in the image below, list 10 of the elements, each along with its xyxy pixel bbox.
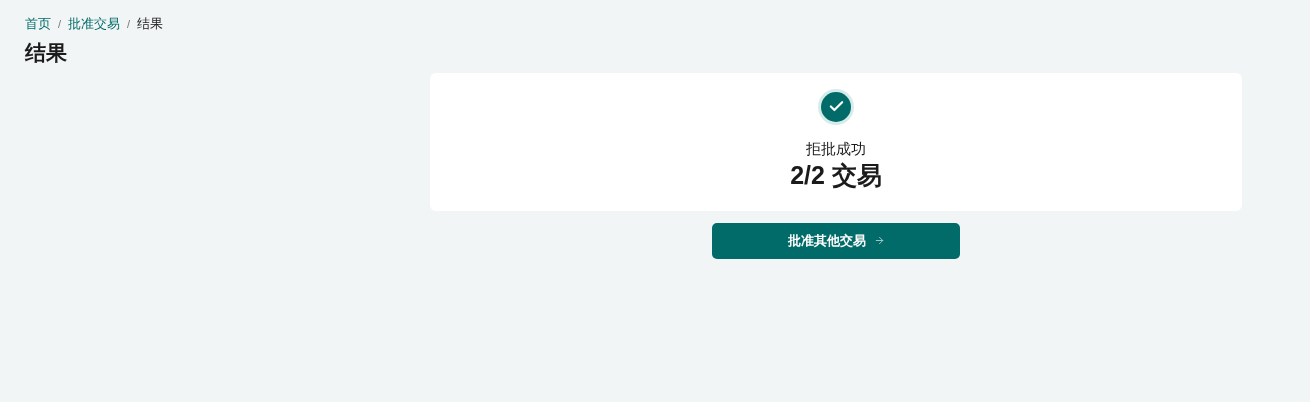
breadcrumb-link[interactable]: 批准交易 [68, 14, 121, 34]
approve-other-button[interactable]: 批准其他交易 [712, 222, 960, 259]
breadcrumb-link[interactable]: 首页 [25, 14, 51, 34]
breadcrumb-separator: / [58, 16, 62, 32]
arrow-right-icon [873, 235, 885, 246]
result-message: 拒批成功 [806, 138, 866, 159]
breadcrumb-current: 结果 [137, 15, 164, 33]
breadcrumb-separator: / [127, 16, 131, 32]
result-count: 2/2 交易 [790, 159, 882, 190]
page-title: 结果 [25, 39, 68, 66]
